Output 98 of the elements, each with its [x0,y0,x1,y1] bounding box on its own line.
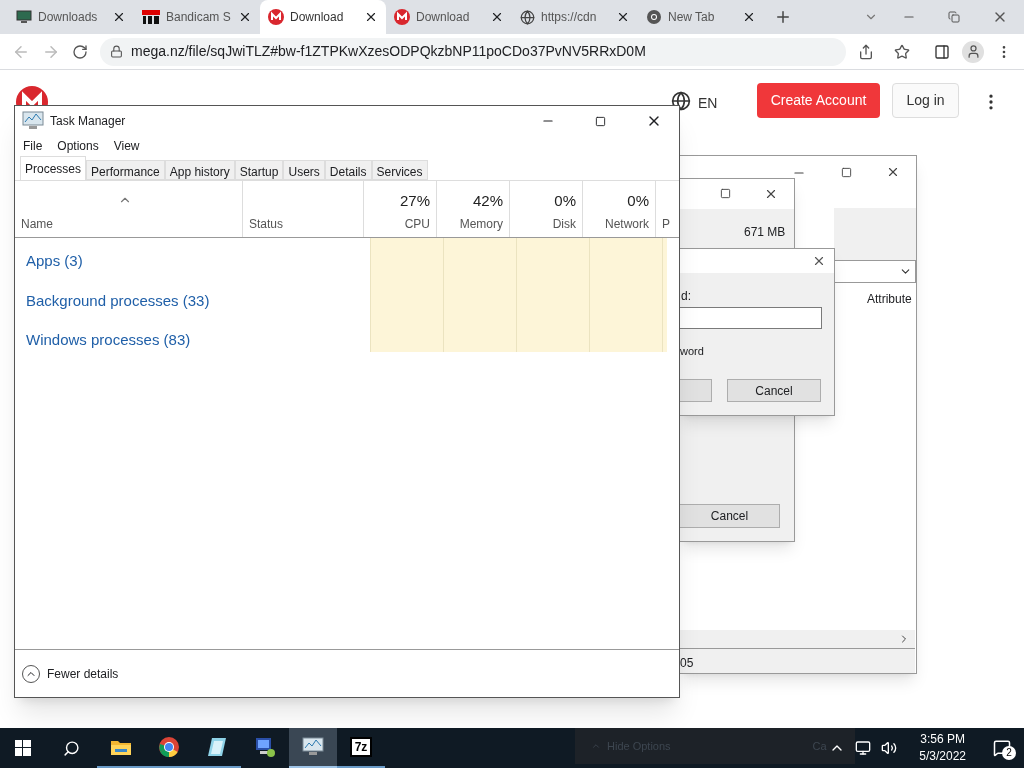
window-title: Task Manager [50,113,126,130]
mega-logo-icon [394,9,410,25]
address-field[interactable]: mega.nz/file/sqJwiTLZ#bw-f1ZTPKwXzesODPQkzbNP11poCDo37PvNV5RRxD0M [100,37,846,66]
dropdown-field[interactable] [834,260,916,283]
close-icon[interactable] [742,10,756,24]
reload-icon[interactable] [72,43,88,60]
close-icon[interactable] [364,10,378,24]
close-icon[interactable] [238,10,252,24]
time-text: 3:56 PM [920,731,965,748]
group-heading[interactable]: Apps (3) [26,250,83,273]
maximize-icon[interactable] [595,115,606,127]
login-button[interactable]: Log in [892,83,959,118]
mega-logo-icon [268,9,284,25]
tab[interactable]: Processes [20,156,87,180]
column-header[interactable]: Attribute [867,290,912,308]
date-text: 5/3/2022 [919,748,966,765]
chrome-icon [646,9,662,25]
browser-tab[interactable]: Downloads [8,0,134,34]
close-icon[interactable] [112,10,126,24]
notification-button[interactable]: 2 [988,734,1016,762]
notification-count: 2 [1002,746,1016,760]
column-header[interactable]: Memory [459,215,503,233]
group-heading[interactable]: Background processes (33) [26,289,210,312]
tab[interactable]: Details [324,160,372,180]
browser-tab[interactable]: Download [386,0,512,34]
monitor-icon [16,10,32,24]
tab-title: Download [416,9,471,26]
language-label[interactable]: EN [698,93,718,114]
cancel-button[interactable]: Cancel [680,504,780,528]
usage-value: 27% [399,190,430,211]
close-icon[interactable] [886,165,900,179]
windows-start-icon[interactable] [15,740,31,756]
new-tab-icon[interactable] [774,8,792,26]
profile-avatar[interactable] [962,40,984,63]
side-panel-icon[interactable] [934,43,950,60]
tab-title: Bandicam S [166,9,232,26]
fps-logo-icon [142,10,160,24]
tab-title: New Tab [668,9,716,26]
monitor-chart-icon [22,111,44,131]
column-header[interactable]: Status [249,215,284,233]
usage-value: 0% [554,190,576,211]
field-label: d: [681,288,691,305]
column-header[interactable]: P [662,215,670,233]
close-icon[interactable] [812,254,826,268]
scrollbar[interactable] [680,630,915,648]
search-icon[interactable] [63,739,80,757]
monitor-chart-icon [302,737,324,757]
browser-tab[interactable]: https://cdn [512,0,638,34]
browser-tab[interactable]: Bandicam S [134,0,260,34]
share-icon[interactable] [858,43,874,60]
network-icon[interactable] [855,740,872,756]
tab[interactable]: App history [164,160,235,180]
globe-icon[interactable] [671,91,691,111]
maximize-icon[interactable] [720,188,731,199]
usage-value: 0% [627,190,649,211]
menu-item[interactable]: View [113,137,140,155]
bookmark-star-icon[interactable] [894,43,910,60]
browser-tab[interactable]: New Tab [638,0,764,34]
size-text: 671 MB [744,224,786,241]
archive-icon: 7z [349,737,373,757]
menu-item[interactable]: Options [57,137,99,155]
chrome-icon [158,736,180,758]
speaker-icon[interactable] [881,740,898,756]
password-field[interactable] [680,307,822,329]
usage-value: 42% [472,190,503,211]
column-header[interactable]: Disk [552,215,576,233]
lock-icon [110,45,123,58]
folder-icon [110,738,132,756]
browser-tab[interactable]: Download [260,0,386,34]
globe-icon [520,9,535,25]
group-heading[interactable]: Windows processes (83) [26,329,191,352]
tab[interactable]: Performance [86,160,165,180]
create-account-button[interactable]: Create Account [757,83,880,118]
checkbox-label: word [680,344,704,359]
close-icon[interactable] [764,187,778,201]
tab[interactable]: Startup [234,160,284,180]
fewer-details-link[interactable]: Fewer details [47,664,119,683]
cancel-button[interactable]: Cancel [727,379,821,402]
taskbar-app[interactable] [289,728,337,768]
close-icon[interactable] [490,10,504,24]
restore-icon[interactable] [948,11,960,23]
tab[interactable]: Services [371,160,428,180]
url-text: mega.nz/file/sqJwiTLZ#bw-f1ZTPKwXzesODPQkzbNP11poCDo37PvNV5RRxD0M [131,42,646,61]
caret-icon [591,741,601,751]
close-icon[interactable] [616,10,630,24]
taskbar-app[interactable]: 7z [337,728,385,768]
maximize-icon[interactable] [841,167,852,178]
tab-title: Download [290,9,345,26]
menu-item[interactable]: File [23,137,43,155]
status-text: 05 [680,655,694,672]
clock[interactable]: 3:56 PM 5/3/2022 [919,731,966,765]
column-header[interactable]: CPU [404,215,430,233]
tab[interactable]: Users [283,160,325,180]
column-header[interactable]: Network [605,215,649,233]
tab-title: Downloads [38,9,99,26]
column-header[interactable]: Name [21,215,53,233]
tab-title: https://cdn [541,9,598,26]
computer-icon [254,736,276,758]
